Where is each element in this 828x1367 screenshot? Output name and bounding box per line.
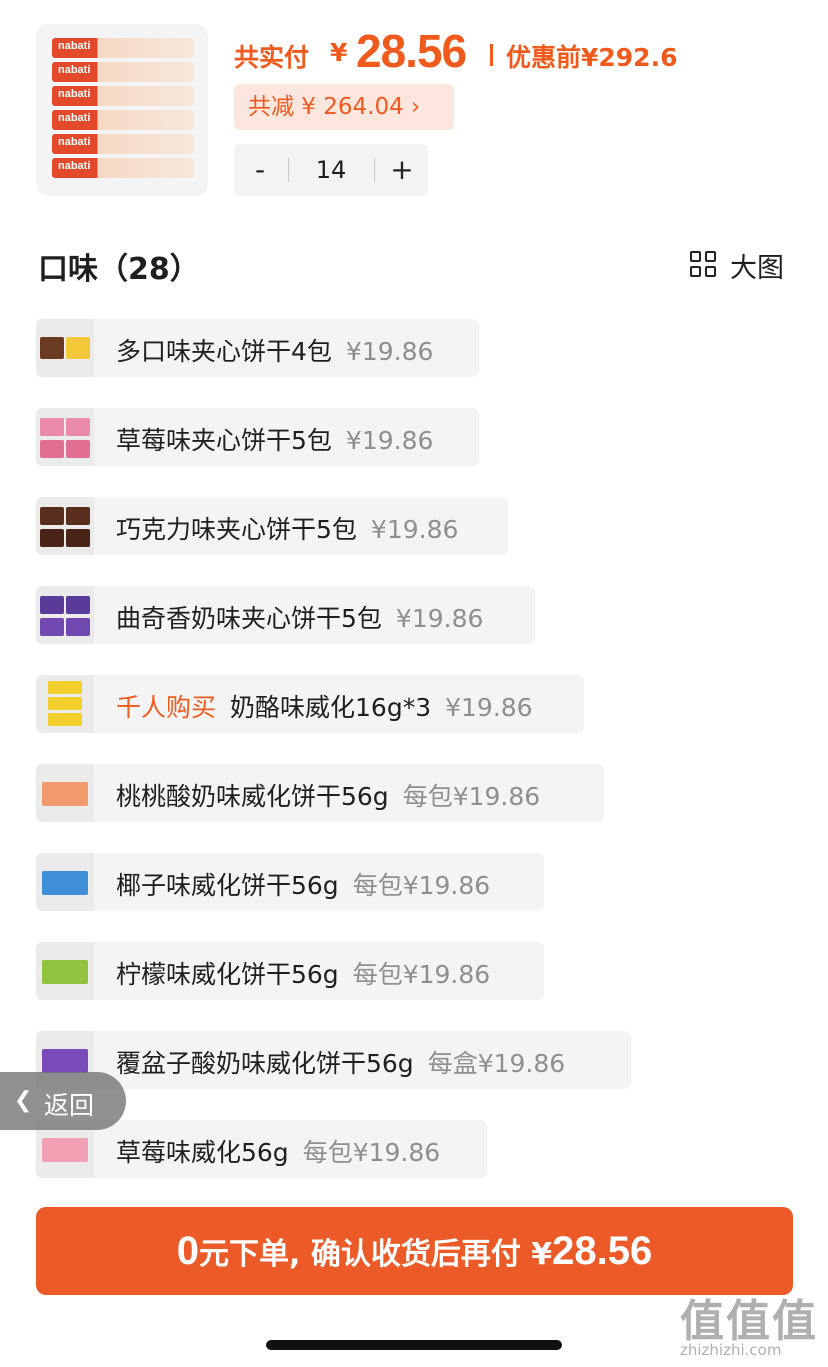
cta-text: 元下单, 确认收货后再付 ¥ — [198, 1237, 553, 1272]
option-name: 草莓味夹心饼干5包 — [116, 426, 332, 455]
flavor-option[interactable]: 曲奇香奶味夹心饼干5包 ¥19.86 — [36, 586, 535, 644]
option-name: 柠檬味威化饼干56g — [116, 960, 339, 989]
discount-detail-button[interactable]: 共减 ¥ 264.04 › — [234, 84, 454, 130]
option-price: ¥19.86 — [445, 693, 533, 722]
option-name: 巧克力味夹心饼干5包 — [116, 515, 357, 544]
back-label: 返回 — [44, 1091, 95, 1120]
option-thumbnail — [36, 853, 94, 911]
brand-label: nabati — [58, 160, 91, 172]
grid-icon — [690, 251, 718, 279]
popular-badge: 千人购买 — [116, 693, 217, 722]
flavor-option[interactable]: 草莓味夹心饼干5包 ¥19.86 — [36, 408, 479, 466]
paid-amount: 28.56 — [356, 25, 467, 77]
option-price: 每包¥19.86 — [352, 871, 491, 900]
flavor-option[interactable]: 椰子味威化饼干56g 每包¥19.86 — [36, 853, 544, 911]
flavor-option[interactable]: 巧克力味夹心饼干5包 ¥19.86 — [36, 497, 508, 555]
currency-symbol: ¥ — [330, 38, 348, 67]
stepper-divider — [374, 158, 375, 182]
option-price: ¥19.86 — [345, 426, 434, 455]
price-summary: 共实付 ¥ 28.56 优惠前¥292.6 — [234, 22, 794, 82]
option-thumbnail — [36, 942, 94, 1000]
option-price: ¥19.86 — [345, 337, 434, 366]
option-price: 每包¥19.86 — [352, 960, 491, 989]
paid-label: 共实付 — [234, 43, 310, 72]
price-divider — [490, 44, 493, 66]
product-thumbnail[interactable]: nabati nabati nabati nabati nabati nabat… — [36, 24, 208, 196]
back-button[interactable]: ❮ 返回 — [0, 1072, 126, 1130]
large-view-label: 大图 — [730, 253, 784, 284]
option-thumbnail — [36, 319, 94, 377]
original-price: 优惠前¥292.6 — [506, 43, 678, 72]
option-price: 每包¥19.86 — [402, 782, 541, 811]
brand-label: nabati — [58, 136, 91, 148]
cta-zero: 0 — [176, 1229, 199, 1273]
option-name: 覆盆子酸奶味威化饼干56g — [116, 1049, 414, 1078]
option-name: 曲奇香奶味夹心饼干5包 — [116, 604, 382, 633]
option-price: ¥19.86 — [370, 515, 459, 544]
stepper-divider — [288, 158, 289, 182]
flavor-option[interactable]: 覆盆子酸奶味威化饼干56g 每盒¥19.86 — [36, 1031, 631, 1089]
increase-button[interactable]: + — [376, 144, 428, 196]
option-price: 每包¥19.86 — [302, 1138, 441, 1167]
flavor-section-title: 口味（28） — [38, 252, 200, 287]
option-price: 每盒¥19.86 — [427, 1049, 566, 1078]
option-price: ¥19.86 — [395, 604, 484, 633]
option-name: 椰子味威化饼干56g — [116, 871, 339, 900]
brand-label: nabati — [58, 88, 91, 100]
option-thumbnail — [36, 497, 94, 555]
option-thumbnail — [36, 764, 94, 822]
option-thumbnail — [36, 408, 94, 466]
flavor-option[interactable]: 千人购买 奶酪味威化16g*3 ¥19.86 — [36, 675, 584, 733]
flavor-option[interactable]: 柠檬味威化饼干56g 每包¥19.86 — [36, 942, 544, 1000]
large-view-toggle[interactable]: 大图 — [690, 246, 790, 284]
brand-label: nabati — [58, 40, 91, 52]
flavor-option[interactable]: 桃桃酸奶味威化饼干56g 每包¥19.86 — [36, 764, 604, 822]
brand-label: nabati — [58, 112, 91, 124]
home-indicator — [266, 1340, 562, 1350]
cta-amount: 28.56 — [552, 1229, 653, 1273]
option-thumbnail — [36, 586, 94, 644]
flavor-option[interactable]: 多口味夹心饼干4包 ¥19.86 — [36, 319, 479, 377]
place-order-button[interactable]: 0元下单, 确认收货后再付 ¥28.56 — [36, 1207, 793, 1295]
option-name: 多口味夹心饼干4包 — [116, 337, 332, 366]
brand-label: nabati — [58, 64, 91, 76]
chevron-left-icon: ❮ — [14, 1088, 33, 1113]
decrease-button[interactable]: - — [234, 144, 286, 196]
watermark-logo: 值值值 zhizhizhi.com — [680, 1296, 818, 1359]
quantity-stepper: - 14 + — [234, 144, 428, 196]
option-name: 桃桃酸奶味威化饼干56g — [116, 782, 389, 811]
option-name: 奶酪味威化16g*3 — [230, 693, 432, 722]
option-name: 草莓味威化56g — [116, 1138, 289, 1167]
option-thumbnail — [36, 675, 94, 733]
quantity-input[interactable]: 14 — [290, 144, 372, 196]
